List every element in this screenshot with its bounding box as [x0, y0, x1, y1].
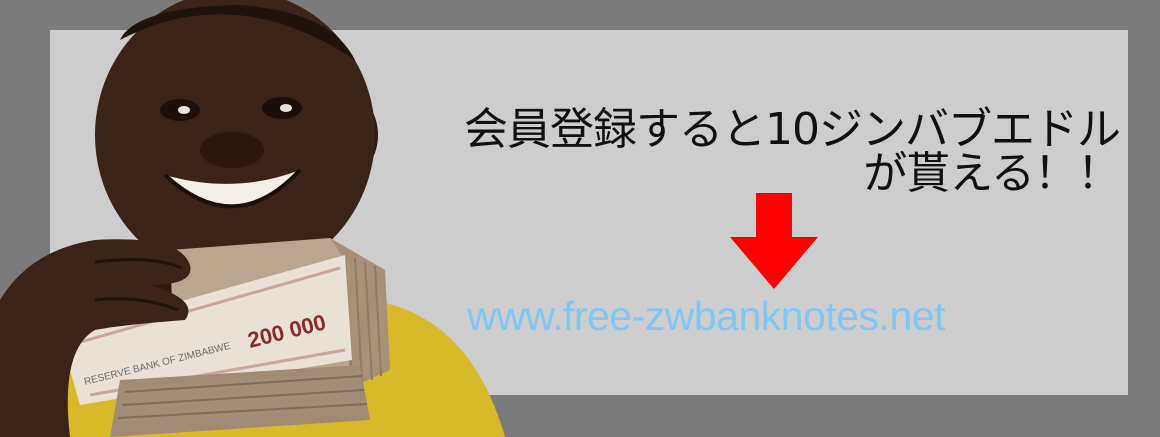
down-arrow-icon — [730, 193, 818, 289]
nose — [200, 132, 264, 168]
headline-line1: 会員登録すると10ジンバブエドル — [464, 104, 1121, 155]
photo-boy-with-banknotes: 200 000 RESERVE BANK OF ZIMBABWE — [0, 0, 505, 437]
headline: 会員登録すると10ジンバブエドル が貰える！！ — [360, 104, 1121, 199]
signup-url-link[interactable]: www.free-zwbanknotes.net — [467, 292, 945, 340]
headline-line2: が貰える！！ — [863, 148, 1121, 199]
